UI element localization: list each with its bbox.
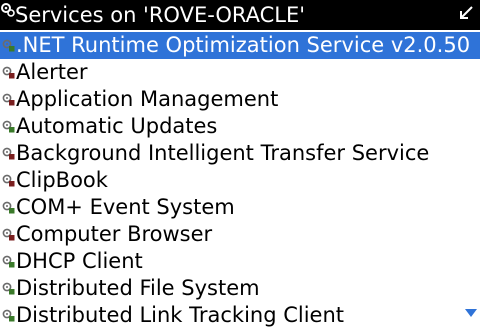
service-row[interactable]: Distributed File System <box>0 275 480 302</box>
service-label: .NET Runtime Optimization Service v2.0.5… <box>16 33 471 57</box>
service-label: Distributed Link Tracking Client <box>16 303 345 327</box>
service-stopped-icon <box>2 201 15 214</box>
service-row[interactable]: DHCP Client <box>0 248 480 275</box>
gears-icon <box>1 3 15 17</box>
service-row[interactable]: Distributed Link Tracking Client <box>0 302 480 329</box>
service-label: COM+ Event System <box>16 195 235 219</box>
service-running-icon <box>2 93 15 106</box>
service-row[interactable]: ClipBook <box>0 167 480 194</box>
title-bar: Services on 'ROVE-ORACLE' <box>0 0 480 30</box>
service-running-icon <box>2 147 15 160</box>
service-label: Automatic Updates <box>16 114 218 138</box>
service-running-icon <box>2 174 15 187</box>
services-list: .NET Runtime Optimization Service v2.0.5… <box>0 32 480 329</box>
service-label: Alerter <box>16 60 88 84</box>
service-row[interactable]: Automatic Updates <box>0 113 480 140</box>
service-running-icon <box>2 66 15 79</box>
service-stopped-icon <box>2 255 15 268</box>
service-stopped-icon <box>2 120 15 133</box>
service-label: Application Management <box>16 87 279 111</box>
service-label: ClipBook <box>16 168 108 192</box>
service-row[interactable]: COM+ Event System <box>0 194 480 221</box>
service-stopped-icon <box>2 309 15 322</box>
service-label: Distributed File System <box>16 276 260 300</box>
service-label: Computer Browser <box>16 222 213 246</box>
service-label: DHCP Client <box>16 249 143 273</box>
service-row[interactable]: Application Management <box>0 86 480 113</box>
service-stopped-icon <box>2 39 15 52</box>
scroll-down-arrow-icon[interactable] <box>465 309 477 317</box>
service-label: Background Intelligent Transfer Service <box>16 141 430 165</box>
back-arrow-icon[interactable] <box>456 3 476 23</box>
page-title: Services on 'ROVE-ORACLE' <box>15 3 306 27</box>
service-row[interactable]: .NET Runtime Optimization Service v2.0.5… <box>0 32 480 59</box>
service-row[interactable]: Alerter <box>0 59 480 86</box>
service-row[interactable]: Background Intelligent Transfer Service <box>0 140 480 167</box>
service-stopped-icon <box>2 282 15 295</box>
service-row[interactable]: Computer Browser <box>0 221 480 248</box>
service-running-icon <box>2 228 15 241</box>
